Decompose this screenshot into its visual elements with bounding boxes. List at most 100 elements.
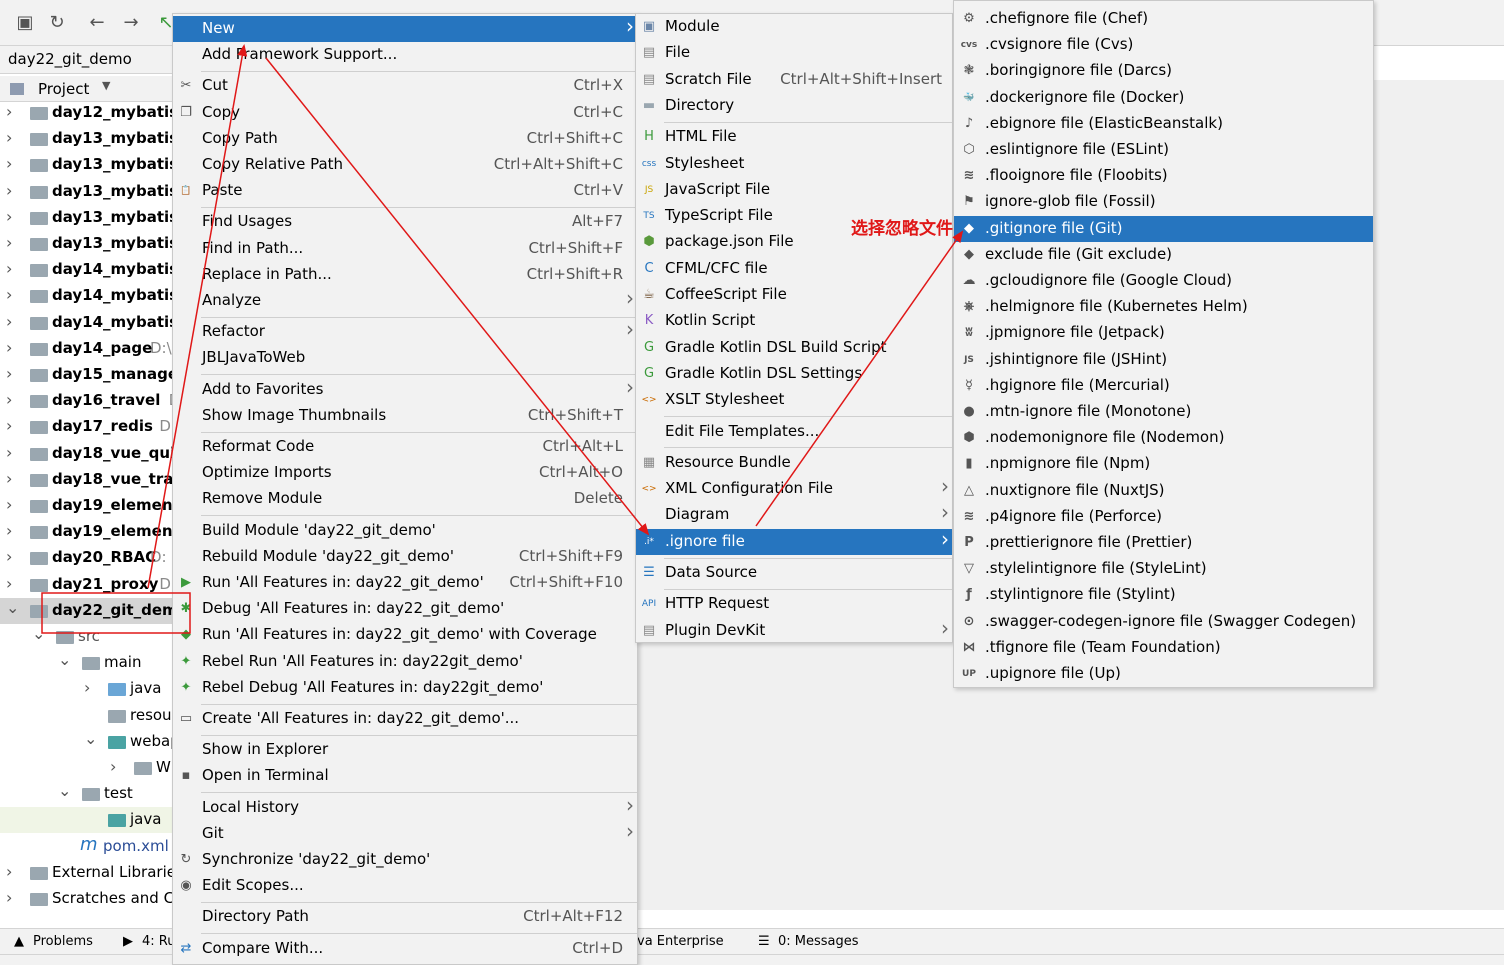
chevron-down-icon[interactable]: ⌄ [58,781,71,800]
menu-item-http-request[interactable]: API HTTP Request [636,591,952,617]
tree-item[interactable]: › day19_element [0,519,172,545]
menu-item-gradle-kotlin-dsl-settings[interactable]: G Gradle Kotlin DSL Settings [636,361,952,387]
menu-item-compare-with[interactable]: ⇄ Compare With... Ctrl+D [173,936,637,962]
menu-item-xslt-stylesheet[interactable]: <> XSLT Stylesheet [636,387,952,413]
menu-item-paste[interactable]: 📋 Paste Ctrl+V [173,178,637,204]
menu-item-show-image-thumbnails[interactable]: Show Image Thumbnails Ctrl+Shift+T [173,403,637,429]
tree-item[interactable]: › day13_mybatis_ [0,126,172,152]
tree-item[interactable]: m pom.xml [0,834,172,860]
menu-item-rebel-debug-all-features-in-day22git-dem[interactable]: ✦ Rebel Debug 'All Features in: day22git_… [173,675,637,701]
menu-item-ignore-file[interactable]: .i* .ignore file › [636,527,952,555]
menu-item-create-all-features-in-day22-git-demo[interactable]: ▭ Create 'All Features in: day22_git_demo… [173,706,637,732]
chevron-right-icon[interactable]: › [6,154,12,173]
menu-item-refactor[interactable]: Refactor › [173,317,637,345]
tree-item[interactable]: ⌄ webap [0,729,172,755]
chevron-right-icon[interactable]: › [6,862,12,881]
menu-item-cfml-cfc-file[interactable]: C CFML/CFC file [636,256,952,282]
chevron-right-icon[interactable]: › [6,285,12,304]
chevron-down-icon[interactable]: ⌄ [84,729,97,748]
chevron-right-icon[interactable]: › [6,443,12,462]
tree-item[interactable]: › day15_manager [0,362,172,388]
menu-item-plugin-devkit[interactable]: ▤ Plugin DevKit › [636,616,952,644]
menu-item-copy-path[interactable]: Copy Path Ctrl+Shift+C [173,126,637,152]
chevron-right-icon[interactable]: › [6,469,12,488]
menu-item-hgignore-file-mercurial[interactable]: ☿ .hgignore file (Mercurial) [954,373,1373,399]
chevron-right-icon[interactable]: › [6,102,12,121]
tree-item[interactable]: ⌄ test [0,781,172,807]
menu-item-chefignore-file-chef[interactable]: ⚙ .chefignore file (Chef) [954,6,1373,32]
tree-item[interactable]: java [0,807,172,834]
menu-item-helmignore-file-kubernetes-helm[interactable]: ⎈ .helmignore file (Kubernetes Helm) [954,294,1373,320]
back-icon[interactable]: ← [86,12,108,34]
menu-item-gradle-kotlin-dsl-build-script[interactable]: G Gradle Kotlin DSL Build Script [636,335,952,361]
tree-item[interactable]: resour [0,703,172,729]
chevron-right-icon[interactable]: › [6,574,12,593]
menu-item-show-in-explorer[interactable]: Show in Explorer [173,737,637,763]
menu-item-remove-module[interactable]: Remove Module Delete [173,486,637,512]
chevron-right-icon[interactable]: › [6,338,12,357]
menu-item-exclude-file-git-exclude[interactable]: ◆ exclude file (Git exclude) [954,242,1373,268]
menu-item-open-in-terminal[interactable]: ▪ Open in Terminal [173,763,637,789]
tree-item[interactable]: › day14_mybatis_ [0,283,172,309]
menu-item-kotlin-script[interactable]: K Kotlin Script [636,308,952,334]
menu-item-upignore-file-up[interactable]: UP .upignore file (Up) [954,661,1373,687]
menu-item-nodemonignore-file-nodemon[interactable]: ⬢ .nodemonignore file (Nodemon) [954,425,1373,451]
save-icon[interactable]: ▣ [14,12,36,34]
tree-item[interactable]: › day18_vue_quic [0,441,172,467]
tree-item[interactable]: › day13_mybatis_ [0,152,172,178]
tree-item[interactable]: › External Librarie [0,860,172,886]
menu-item-jpmignore-file-jetpack[interactable]: ʬ .jpmignore file (Jetpack) [954,320,1373,346]
menu-item-find-usages[interactable]: Find Usages Alt+F7 [173,209,637,235]
menu-item-new[interactable]: New › [173,14,637,42]
tree-item[interactable]: › day19_element [0,493,172,519]
chevron-down-icon[interactable]: ⌄ [6,598,19,617]
menu-item-edit-scopes[interactable]: ◉ Edit Scopes... [173,873,637,899]
menu-item-resource-bundle[interactable]: ▦ Resource Bundle [636,450,952,476]
chevron-right-icon[interactable]: › [6,521,12,540]
chevron-right-icon[interactable]: › [6,207,12,226]
menu-item-coffeescript-file[interactable]: ☕ CoffeeScript File [636,282,952,308]
chevron-right-icon[interactable]: › [6,364,12,383]
menu-item-debug-all-features-in-day22-git-demo[interactable]: ✱ Debug 'All Features in: day22_git_demo' [173,596,637,622]
menu-item-analyze[interactable]: Analyze › [173,286,637,314]
menu-item-scratch-file[interactable]: ▤ Scratch File Ctrl+Alt+Shift+Insert [636,67,952,93]
menu-item-stylesheet[interactable]: css Stylesheet [636,151,952,177]
menu-item-ignore-glob-file-fossil[interactable]: ⚑ ignore-glob file (Fossil) [954,189,1373,215]
menu-item-copy[interactable]: ❐ Copy Ctrl+C [173,100,637,126]
menu-item-npmignore-file-npm[interactable]: ▮ .npmignore file (Npm) [954,451,1373,477]
chevron-right-icon[interactable]: › [84,678,90,697]
menu-item-add-to-favorites[interactable]: Add to Favorites › [173,375,637,403]
menu-item-jbljavatoweb[interactable]: JBLJavaToWeb [173,345,637,371]
menu-item-rebel-run-all-features-in-day22git-demo[interactable]: ✦ Rebel Run 'All Features in: day22git_de… [173,649,637,675]
chevron-right-icon[interactable]: › [6,233,12,252]
menu-item-html-file[interactable]: H HTML File [636,124,952,150]
menu-item-eslintignore-file-eslint[interactable]: ⬡ .eslintignore file (ESLint) [954,137,1373,163]
tree-item[interactable]: › day14_mybatis_ [0,257,172,283]
menu-item-gcloudignore-file-google-cloud[interactable]: ☁ .gcloudignore file (Google Cloud) [954,268,1373,294]
menu-item-nuxtignore-file-nuxtjs[interactable]: △ .nuxtignore file (NuxtJS) [954,478,1373,504]
chevron-right-icon[interactable]: › [6,128,12,147]
menu-item-diagram[interactable]: Diagram › [636,500,952,528]
menu-item-find-in-path[interactable]: Find in Path... Ctrl+Shift+F [173,236,637,262]
menu-item-data-source[interactable]: ☰ Data Source [636,560,952,586]
menu-item-run-all-features-in-day22-git-demo-with-[interactable]: ◆ Run 'All Features in: day22_git_demo' w… [173,622,637,648]
menu-item-edit-file-templates[interactable]: Edit File Templates... [636,419,952,445]
tree-item[interactable]: › java [0,676,172,702]
menu-item-cvsignore-file-cvs[interactable]: cvs .cvsignore file (Cvs) [954,32,1373,58]
menu-item-javascript-file[interactable]: JS JavaScript File [636,177,952,203]
menu-item-tfignore-file-team-foundation[interactable]: ⋈ .tfignore file (Team Foundation) [954,635,1373,661]
chevron-down-icon[interactable]: ⌄ [32,624,45,643]
menu-item-file[interactable]: ▤ File [636,40,952,66]
tree-item[interactable]: › day14_mybatis_ [0,310,172,336]
tree-item[interactable]: › day21_proxyD: [0,572,172,598]
menu-item-git[interactable]: Git › [173,819,637,847]
menu-item-copy-relative-path[interactable]: Copy Relative Path Ctrl+Alt+Shift+C [173,152,637,178]
chevron-right-icon[interactable]: › [110,757,116,776]
menu-item-stylintignore-file-stylint[interactable]: ƒ .stylintignore file (Stylint) [954,582,1373,608]
tree-item[interactable]: › day14_page D:\ [0,336,172,362]
sync-icon[interactable]: ↻ [46,12,68,34]
chevron-down-icon[interactable]: ▼ [102,79,110,92]
tree-item[interactable]: › day18_vue_trav [0,467,172,493]
menu-item-dockerignore-file-docker[interactable]: 🐳 .dockerignore file (Docker) [954,85,1373,111]
breadcrumb-project[interactable]: day22_git_demo [8,50,132,68]
